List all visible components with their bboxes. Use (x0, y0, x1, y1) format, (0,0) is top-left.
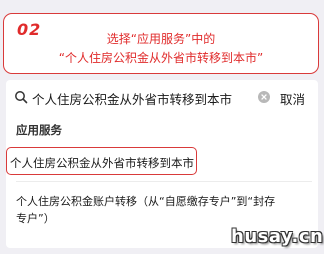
result-item-label-line-1: 个人住房公积金账户转移（从“自愿缴存专户”到“封存 (16, 195, 276, 208)
divider (16, 181, 312, 182)
clear-icon[interactable] (257, 90, 271, 104)
cancel-button[interactable]: 取消 (280, 89, 305, 108)
instruction-line-1: 选择“应用服务”中的 (106, 32, 216, 46)
search-icon (15, 91, 28, 104)
result-item-label: 个人住房公积金从外省市转移到本市 (10, 156, 194, 170)
result-item-label-line-2: 专户”） (16, 212, 55, 225)
section-title: 应用服务 (16, 123, 62, 137)
watermark: husay.cn (231, 226, 324, 247)
result-item-highlighted[interactable]: 个人住房公积金从外省市转移到本市 (6, 147, 197, 175)
search-input[interactable]: 个人住房公积金从外省市转移到本市 (32, 89, 232, 108)
instruction-callout: 02 选择“应用服务”中的 “个人住房公积金从外省市转移到本市” (3, 13, 319, 74)
search-bar[interactable]: 个人住房公积金从外省市转移到本市 (14, 86, 272, 108)
search-results-panel: 个人住房公积金从外省市转移到本市 取消 应用服务 个人住房公积金从外省市转移到本… (6, 80, 318, 248)
instruction-line-2: “个人住房公积金从外省市转移到本市” (58, 51, 264, 65)
